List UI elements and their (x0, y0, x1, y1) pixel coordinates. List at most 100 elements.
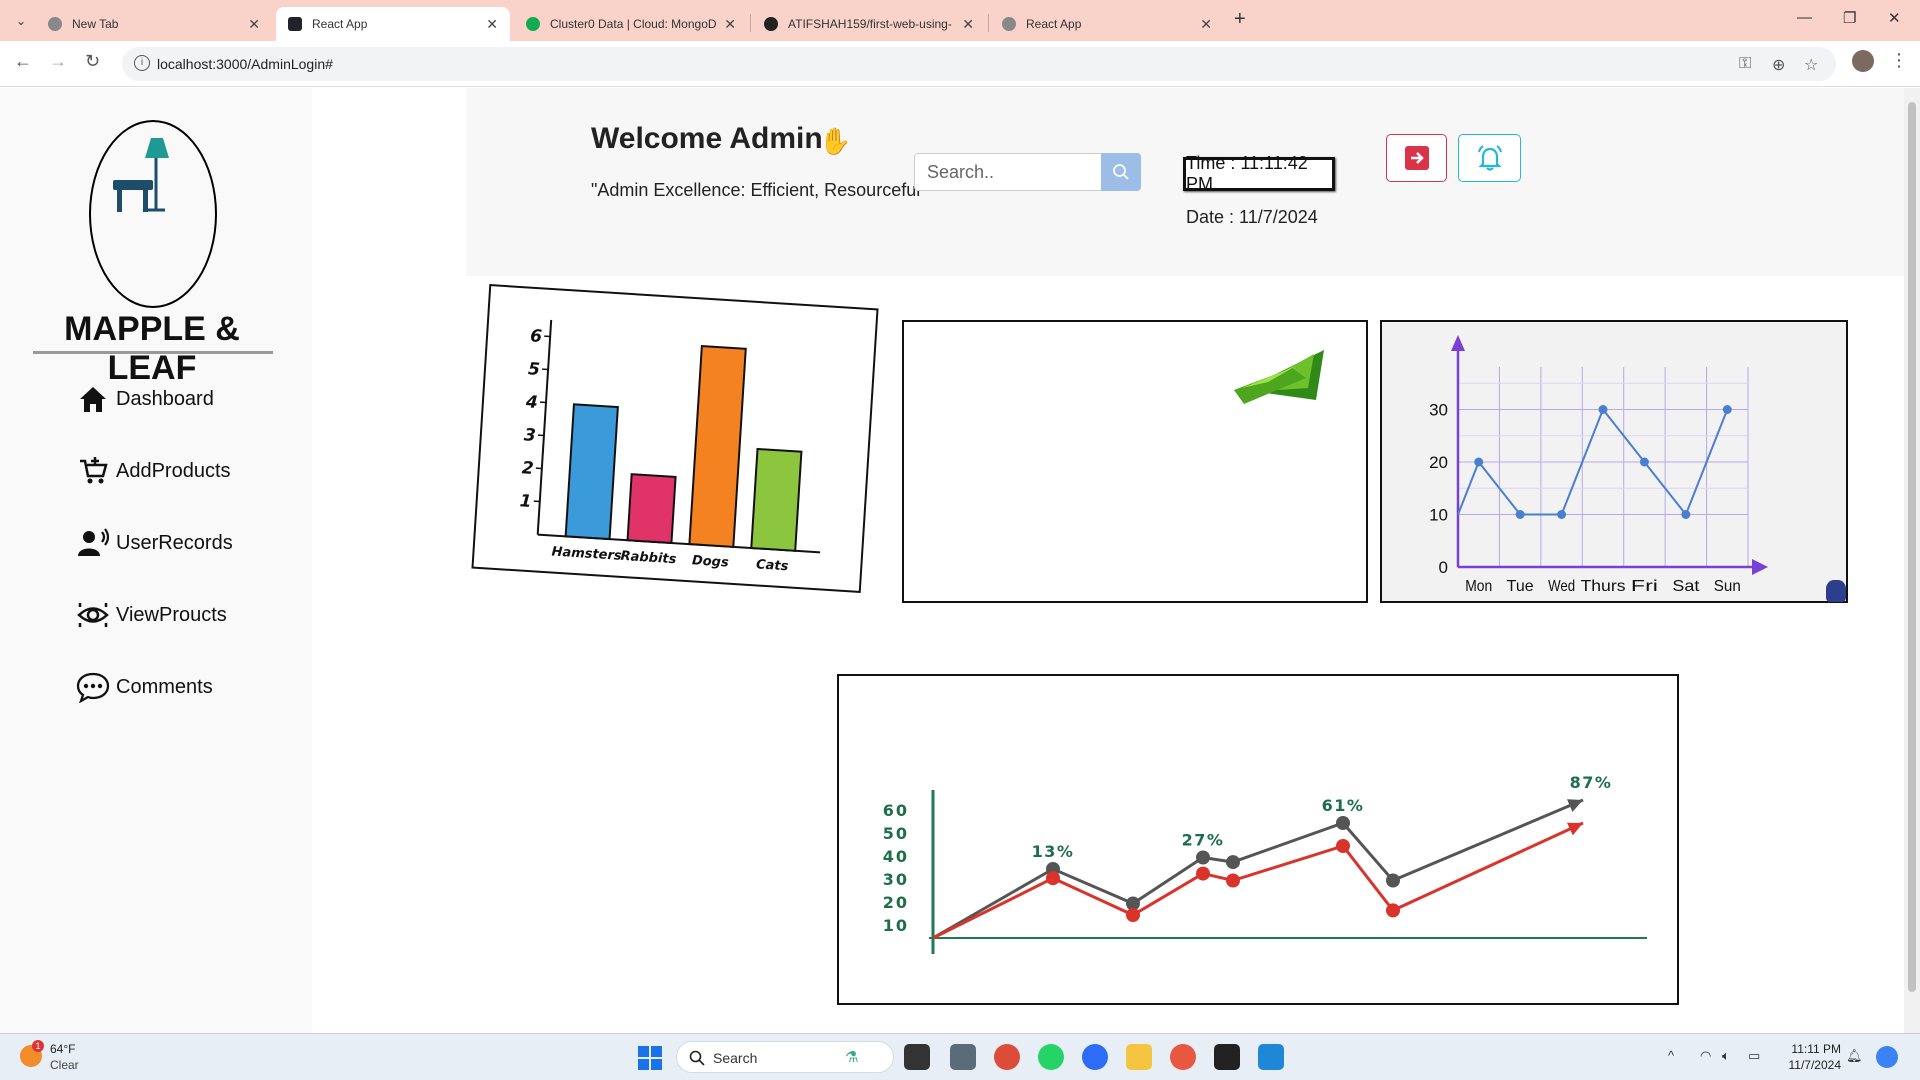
reload-icon[interactable]: ↻ (85, 51, 100, 72)
battery-icon[interactable]: ▭ (1748, 1048, 1760, 1064)
close-icon[interactable]: ✕ (1200, 16, 1212, 33)
tab-title: React App (1026, 17, 1082, 31)
password-key-icon[interactable]: ⚿ (1739, 55, 1751, 73)
wifi-icon[interactable]: ◠ (1700, 1048, 1711, 1064)
close-icon[interactable]: ✕ (486, 16, 498, 33)
search-button[interactable] (1101, 153, 1141, 191)
bar-y-tick-label: 3 (523, 425, 536, 446)
taskbar-search[interactable]: Search ⚗ (676, 1041, 894, 1073)
close-icon[interactable]: ✕ (962, 16, 974, 33)
profile-avatar[interactable] (1852, 50, 1874, 72)
page-title: Welcome Admin (591, 122, 823, 155)
windows-start-icon[interactable] (638, 1046, 662, 1070)
copilot-icon[interactable] (1876, 1046, 1898, 1068)
forward-arrow-icon[interactable]: → (49, 51, 67, 72)
growth-y-tick-label: 50 (883, 824, 909, 843)
green-growth-arrow-icon (1234, 350, 1324, 404)
search-input[interactable] (914, 153, 1102, 191)
close-icon[interactable]: ✕ (248, 16, 260, 33)
file-explorer-icon[interactable] (1126, 1044, 1152, 1070)
tray-chevron-icon[interactable]: ^ (1668, 1048, 1674, 1063)
tab-react-app-active[interactable]: React App ✕ (276, 7, 510, 41)
week-x-tick-label: Thurs (1581, 578, 1626, 595)
tab-separator (750, 14, 751, 32)
logout-icon (1404, 146, 1429, 170)
url-omnibox[interactable]: i localhost:3000/AdminLogin# ⚿ ⊕ ☆ (122, 47, 1836, 81)
tab-github[interactable]: ATIFSHAH159/first-web-using- ✕ (752, 7, 986, 41)
sidebar-item-userrecords[interactable]: UserRecords (76, 525, 233, 561)
time-display: Time : 11:11:42 PM (1183, 153, 1335, 194)
growth-data-point (1226, 873, 1240, 888)
site-info-icon[interactable]: i (134, 55, 150, 71)
weather-desc[interactable]: Clear (50, 1058, 79, 1072)
bar-category-label: Rabbits (620, 549, 677, 567)
taskbar-date[interactable]: 11/7/2024 (1775, 1058, 1842, 1072)
windows-taskbar: 1 64°F Clear Search ⚗ ^ ◠ 🔈︎ ▭ 11:11 PM … (0, 1033, 1920, 1080)
bar-category-label: Cats (756, 557, 789, 574)
tab-separator (988, 14, 989, 32)
vscode-icon[interactable] (1258, 1044, 1284, 1070)
calculator-icon[interactable] (950, 1044, 976, 1070)
growth-data-point (1046, 871, 1060, 886)
growth-annotation: 61% (1322, 796, 1365, 815)
bar-y-tick-label: 5 (527, 359, 540, 380)
tab-new-tab[interactable]: New Tab ✕ (36, 7, 272, 41)
bar-y-tick-label: 6 (530, 326, 543, 347)
task-view-icon[interactable] (904, 1044, 930, 1070)
sidebar-item-addproducts[interactable]: AddProducts (76, 453, 231, 489)
sidebar-item-label: ViewProucts (116, 603, 227, 626)
logout-button[interactable] (1386, 134, 1447, 182)
growth-annotation: 27% (1182, 831, 1225, 850)
notifications-button[interactable] (1458, 134, 1521, 182)
bookmark-star-icon[interactable]: ☆ (1804, 55, 1818, 75)
tagline: "Admin Excellence: Efficient, Resourcefu… (591, 180, 927, 200)
menu-kebab-icon[interactable]: ⋮ (1890, 50, 1908, 71)
growth-data-point (1196, 850, 1210, 865)
volume-icon[interactable]: 🔈︎ (1722, 1048, 1730, 1064)
search-highlight-icon: ⚗ (845, 1049, 859, 1066)
leaf-icon (526, 17, 540, 31)
week-data-point (1639, 457, 1649, 467)
chrome-icon[interactable] (994, 1044, 1020, 1070)
taskbar-time[interactable]: 11:11 PM (1785, 1042, 1841, 1056)
bar (626, 473, 677, 545)
globe-icon (48, 17, 62, 31)
zoom-app-icon[interactable] (1082, 1044, 1108, 1070)
tab-title: Cluster0 Data | Cloud: MongoD (550, 17, 717, 31)
bar-y-tick-label: 2 (521, 458, 534, 479)
bell-icon (1477, 145, 1502, 171)
user-voice-icon (76, 527, 110, 559)
zoom-icon[interactable]: ⊕ (1772, 55, 1785, 75)
react-icon (288, 17, 302, 31)
mascot-icon (1826, 580, 1846, 602)
whatsapp-icon[interactable] (1038, 1044, 1064, 1070)
back-arrow-icon[interactable]: ← (14, 51, 32, 72)
weather-temp[interactable]: 64°F (50, 1042, 75, 1056)
comment-dots-icon (76, 671, 110, 703)
week-x-tick-label: Mon (1465, 578, 1492, 595)
sidebar-item-viewproucts[interactable]: ViewProucts (76, 597, 227, 633)
growth-y-tick-label: 20 (883, 893, 909, 912)
week-data-point (1681, 510, 1691, 519)
tab-react-app-2[interactable]: React App ✕ (990, 7, 1224, 41)
sidebar-item-dashboard[interactable]: Dashboard (76, 381, 214, 417)
week-x-axis-arrow (1752, 559, 1768, 575)
sidebar-item-label: Dashboard (116, 387, 214, 410)
minimize-icon[interactable]: — (1797, 9, 1812, 26)
restore-icon[interactable]: ❐ (1843, 9, 1856, 27)
close-icon[interactable]: ✕ (724, 16, 736, 33)
sidebar-item-comments[interactable]: Comments (76, 669, 213, 705)
new-tab-plus-icon[interactable]: + (1234, 8, 1246, 31)
tab-mongodb[interactable]: Cluster0 Data | Cloud: MongoD ✕ (514, 7, 748, 41)
terminal-icon[interactable] (1214, 1044, 1240, 1070)
tab-search-icon[interactable]: ⌄ (10, 10, 32, 32)
notification-bell-icon[interactable]: 🔔︎ (1846, 1048, 1863, 1064)
url-text[interactable]: localhost:3000/AdminLogin# (157, 56, 333, 72)
week-data-point (1598, 405, 1608, 414)
taskbar-search-label: Search (713, 1050, 758, 1066)
page-scrollbar[interactable] (1904, 88, 1920, 1033)
scrollbar-thumb[interactable] (1908, 102, 1916, 992)
chrome-profile-icon[interactable] (1170, 1044, 1196, 1070)
window-close-icon[interactable]: ✕ (1888, 9, 1901, 27)
tab-title: ATIFSHAH159/first-web-using- (788, 17, 952, 31)
